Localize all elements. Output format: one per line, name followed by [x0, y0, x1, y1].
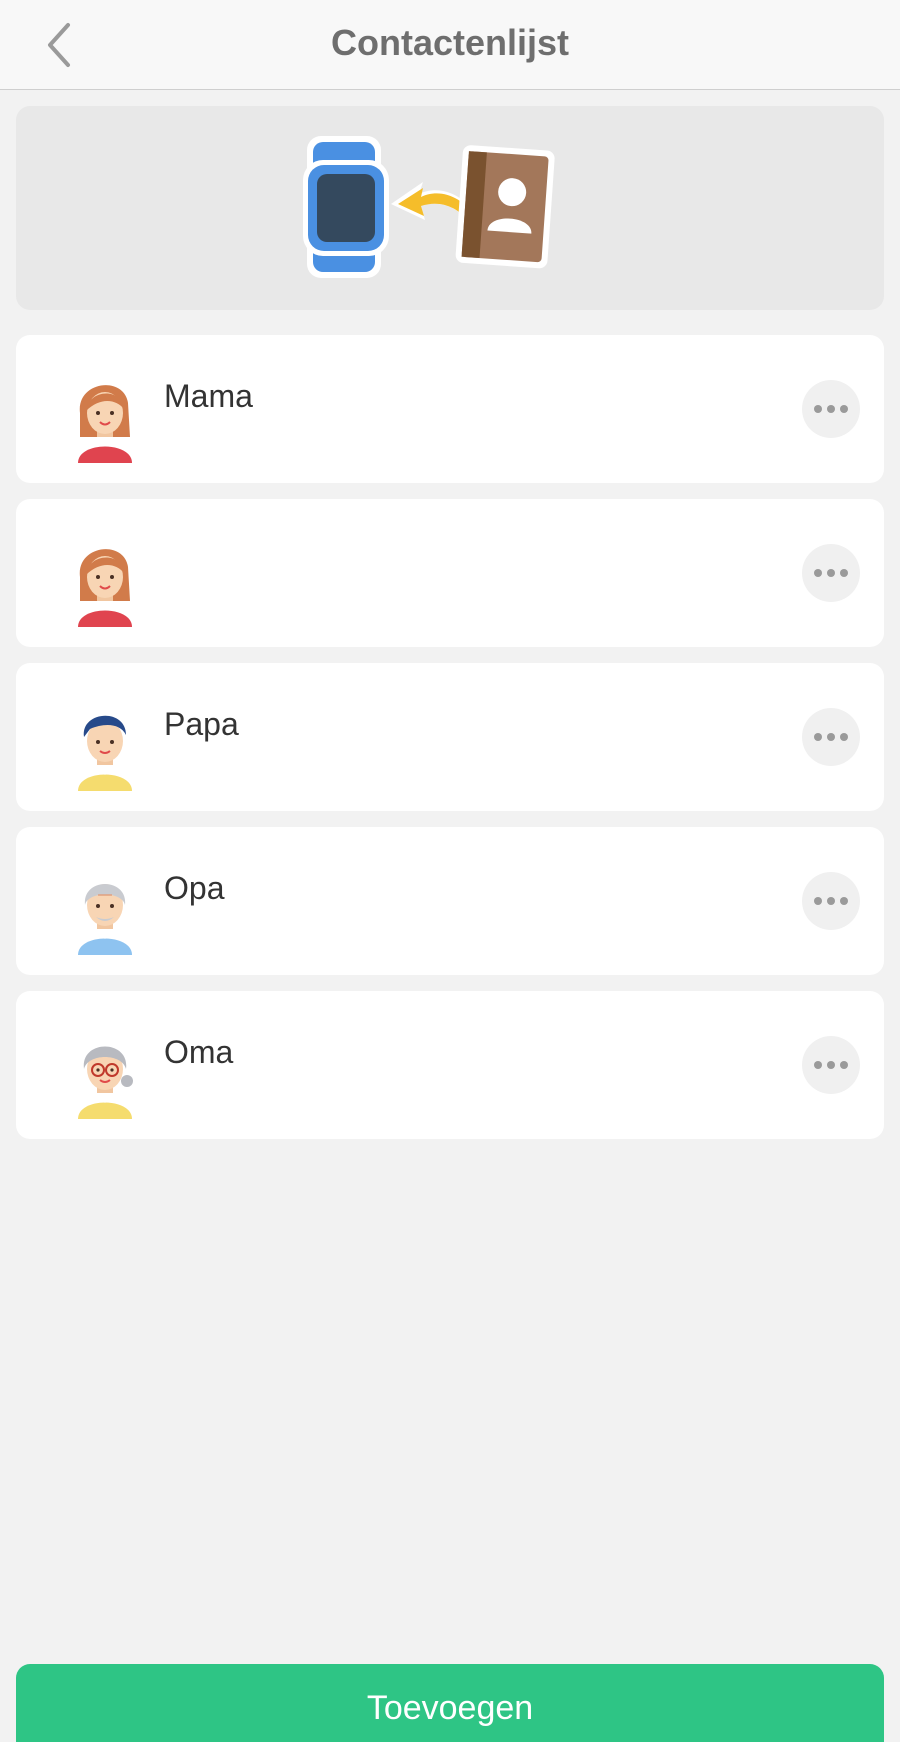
- contact-row[interactable]: Oma: [16, 991, 884, 1139]
- dot: [814, 569, 822, 577]
- contact-row[interactable]: Papa: [16, 663, 884, 811]
- contact-book-icon: [455, 145, 555, 269]
- add-contact-button[interactable]: Toevoegen: [16, 1664, 884, 1742]
- sync-banner: [16, 106, 884, 310]
- more-options-button[interactable]: [802, 708, 860, 766]
- more-options-button[interactable]: [802, 544, 860, 602]
- dot: [814, 405, 822, 413]
- more-options-button[interactable]: [802, 380, 860, 438]
- contact-row[interactable]: Opa: [16, 827, 884, 975]
- dot: [814, 897, 822, 905]
- contact-name: Mama: [164, 378, 253, 414]
- dot: [827, 1061, 835, 1069]
- dot: [827, 733, 835, 741]
- smartwatch-icon: [303, 136, 389, 278]
- dot: [827, 569, 835, 577]
- dot: [827, 897, 835, 905]
- more-options-button[interactable]: [802, 1036, 860, 1094]
- dot: [827, 405, 835, 413]
- sync-illustration: [303, 136, 555, 278]
- woman-avatar: [78, 385, 132, 463]
- contact-row[interactable]: [16, 499, 884, 647]
- dot: [814, 733, 822, 741]
- grandpa-avatar: [78, 884, 132, 955]
- dot: [840, 733, 848, 741]
- dot: [840, 897, 848, 905]
- dot: [840, 569, 848, 577]
- grandma-avatar: [78, 1046, 133, 1119]
- man-avatar: [78, 715, 132, 791]
- contact-list-screen: Contactenlijst Mama Papa Opa Oma Toevoeg…: [0, 0, 900, 1742]
- contact-list: Mama Papa Opa Oma: [16, 335, 884, 1155]
- header: Contactenlijst: [0, 0, 900, 90]
- contact-name: Papa: [164, 706, 239, 742]
- dot: [840, 1061, 848, 1069]
- contact-row[interactable]: Mama: [16, 335, 884, 483]
- woman-avatar: [78, 549, 132, 627]
- contact-name: Opa: [164, 870, 225, 906]
- more-options-button[interactable]: [802, 872, 860, 930]
- contact-name: Oma: [164, 1034, 234, 1070]
- dot: [840, 405, 848, 413]
- dot: [814, 1061, 822, 1069]
- page-title: Contactenlijst: [330, 22, 570, 63]
